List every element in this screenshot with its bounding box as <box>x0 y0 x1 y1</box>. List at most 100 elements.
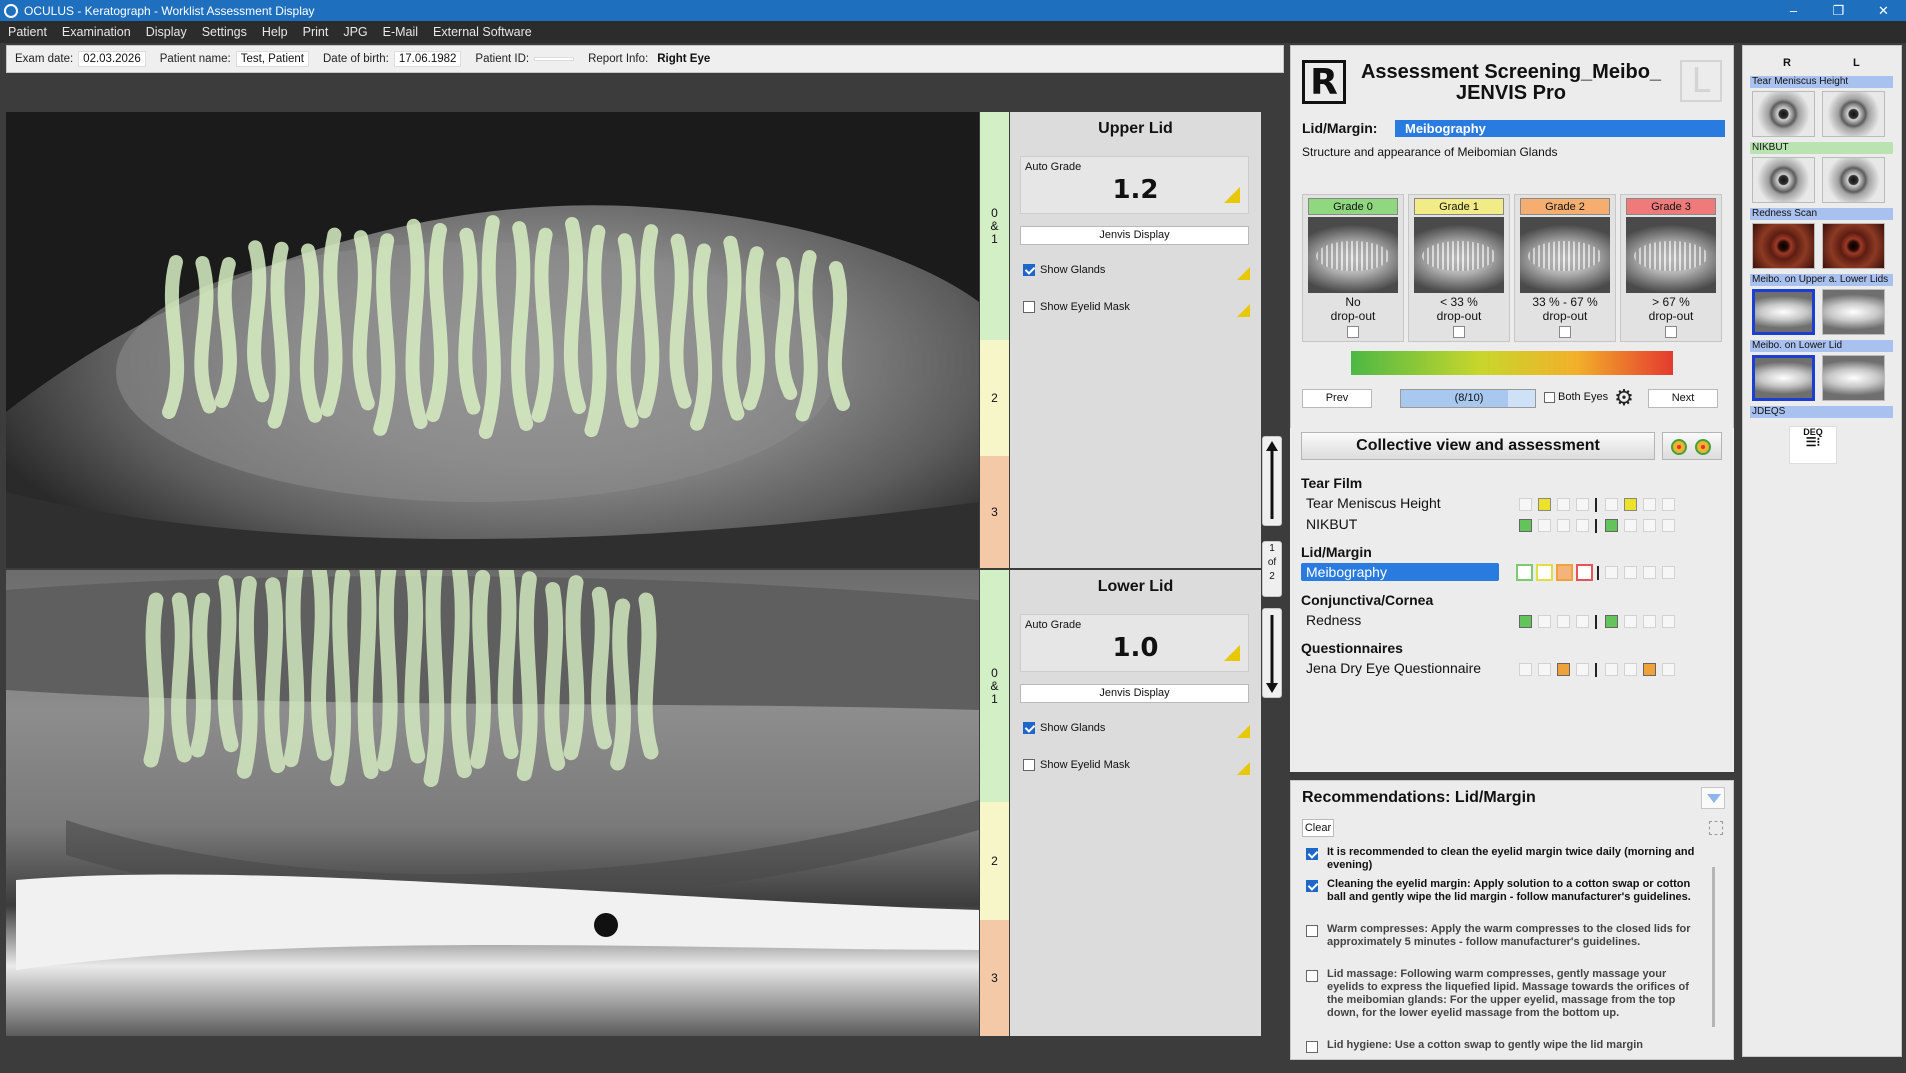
status-square[interactable] <box>1538 615 1551 628</box>
upper-strip-grade-01[interactable]: 0 & 1 <box>980 112 1009 340</box>
close-button[interactable]: ✕ <box>1861 0 1906 21</box>
lower-show-glands[interactable]: Show Glands <box>1023 722 1105 734</box>
status-square[interactable] <box>1624 566 1637 579</box>
next-button[interactable]: Next <box>1648 389 1718 408</box>
clear-button[interactable]: Clear <box>1302 819 1334 837</box>
recommendation-item[interactable]: Lid massage: Following warm compresses, … <box>1306 968 1706 1020</box>
item-meibography[interactable]: Meibography <box>1301 563 1499 581</box>
status-square[interactable] <box>1576 564 1593 581</box>
recommendation-item[interactable]: Lid hygiene: Use a cotton swap to gently… <box>1306 1039 1706 1053</box>
upper-lid-image[interactable] <box>6 112 979 568</box>
minimize-button[interactable]: – <box>1771 0 1816 21</box>
lower-strip-grade-3[interactable]: 3 <box>980 920 1009 1036</box>
right-eye-badge[interactable]: R <box>1302 60 1346 104</box>
status-square[interactable] <box>1605 498 1618 511</box>
status-square[interactable] <box>1536 564 1553 581</box>
status-square[interactable] <box>1605 566 1618 579</box>
upper-strip-grade-2[interactable]: 2 <box>980 340 1009 456</box>
status-square[interactable] <box>1643 519 1656 532</box>
both-eyes-checkbox[interactable] <box>1544 391 1555 403</box>
both-eyes-option[interactable]: Both Eyes <box>1544 391 1608 403</box>
status-square[interactable] <box>1643 566 1656 579</box>
menu-jpg[interactable]: JPG <box>343 25 367 39</box>
item-jena-dry-eye-questionnaire[interactable]: Jena Dry Eye Questionnaire <box>1306 660 1481 676</box>
status-square[interactable] <box>1643 615 1656 628</box>
prev-button[interactable]: Prev <box>1302 389 1372 408</box>
recommendation-item[interactable]: Cleaning the eyelid margin: Apply soluti… <box>1306 878 1706 904</box>
item-redness[interactable]: Redness <box>1306 612 1361 628</box>
status-square[interactable] <box>1556 564 1573 581</box>
recommendations-dropdown-button[interactable] <box>1701 787 1725 809</box>
menu-settings[interactable]: Settings <box>202 25 247 39</box>
grade-2-checkbox[interactable] <box>1559 326 1571 338</box>
status-square[interactable] <box>1662 615 1675 628</box>
item-nikbut[interactable]: NIKBUT <box>1306 516 1357 532</box>
status-square[interactable] <box>1519 615 1532 628</box>
status-square[interactable] <box>1516 564 1533 581</box>
maximize-button[interactable]: ❐ <box>1816 0 1861 21</box>
grade-color-scale[interactable] <box>1351 351 1673 375</box>
status-square[interactable] <box>1662 663 1675 676</box>
status-square[interactable] <box>1605 615 1618 628</box>
status-square[interactable] <box>1557 498 1570 511</box>
thumb-image-l[interactable] <box>1822 157 1885 203</box>
item-tear-meniscus-height[interactable]: Tear Meniscus Height <box>1306 495 1441 511</box>
menu-email[interactable]: E-Mail <box>383 25 418 39</box>
grade-card-0[interactable]: Grade 0 No drop-out <box>1302 194 1404 342</box>
lower-strip-grade-2[interactable]: 2 <box>980 802 1009 920</box>
collective-view-title-button[interactable]: Collective view and assessment <box>1301 432 1655 460</box>
thumb-image-l[interactable] <box>1822 91 1885 137</box>
status-square[interactable] <box>1662 519 1675 532</box>
status-square[interactable] <box>1662 566 1675 579</box>
lower-show-eyelid-mask-checkbox[interactable] <box>1023 759 1035 771</box>
status-square[interactable] <box>1662 498 1675 511</box>
collective-view-icons-button[interactable] <box>1662 432 1722 460</box>
status-square[interactable] <box>1557 519 1570 532</box>
status-square[interactable] <box>1557 663 1570 676</box>
status-square[interactable] <box>1624 498 1637 511</box>
menu-examination[interactable]: Examination <box>62 25 131 39</box>
thumb-image-l[interactable] <box>1822 355 1885 401</box>
thumb-image-l[interactable] <box>1822 289 1885 335</box>
recommendation-checkbox[interactable] <box>1306 970 1318 982</box>
grade-3-checkbox[interactable] <box>1665 326 1677 338</box>
status-square[interactable] <box>1576 663 1589 676</box>
recommendation-checkbox[interactable] <box>1306 1041 1318 1053</box>
upper-show-glands[interactable]: Show Glands <box>1023 264 1105 276</box>
menu-display[interactable]: Display <box>146 25 187 39</box>
recommendation-checkbox[interactable] <box>1306 848 1318 860</box>
menu-external-software[interactable]: External Software <box>433 25 532 39</box>
status-square[interactable] <box>1576 498 1589 511</box>
upper-jenvis-display-button[interactable]: Jenvis Display <box>1020 226 1249 245</box>
status-square[interactable] <box>1557 615 1570 628</box>
status-square[interactable] <box>1643 498 1656 511</box>
upper-strip-grade-3[interactable]: 3 <box>980 456 1009 568</box>
status-square[interactable] <box>1538 663 1551 676</box>
category-value[interactable]: Meibography <box>1395 120 1725 137</box>
status-square[interactable] <box>1519 519 1532 532</box>
left-eye-badge[interactable]: L <box>1680 60 1722 102</box>
recommendation-checkbox[interactable] <box>1306 925 1318 937</box>
recommendation-item[interactable]: Warm compresses: Apply the warm compress… <box>1306 923 1706 949</box>
grade-0-checkbox[interactable] <box>1347 326 1359 338</box>
status-square[interactable] <box>1538 519 1551 532</box>
thumb-image-l[interactable] <box>1822 223 1885 269</box>
status-square[interactable] <box>1624 519 1637 532</box>
status-square[interactable] <box>1624 663 1637 676</box>
status-square[interactable] <box>1643 663 1656 676</box>
expand-icon[interactable] <box>1709 821 1723 835</box>
thumb-image-r[interactable] <box>1752 289 1815 335</box>
upper-show-eyelid-mask[interactable]: Show Eyelid Mask <box>1023 301 1130 313</box>
lower-show-glands-checkbox[interactable] <box>1023 722 1035 734</box>
upper-show-glands-checkbox[interactable] <box>1023 264 1035 276</box>
grade-card-2[interactable]: Grade 2 33 % - 67 % drop-out <box>1514 194 1616 342</box>
thumb-image-r[interactable] <box>1752 157 1815 203</box>
gear-icon[interactable]: ⚙ <box>1613 387 1635 409</box>
grade-1-checkbox[interactable] <box>1453 326 1465 338</box>
recommendation-item[interactable]: It is recommended to clean the eyelid ma… <box>1306 846 1706 872</box>
lower-strip-grade-01[interactable]: 0 & 1 <box>980 570 1009 802</box>
status-square[interactable] <box>1519 498 1532 511</box>
status-square[interactable] <box>1576 519 1589 532</box>
lower-lid-image[interactable] <box>6 570 979 1036</box>
lower-show-eyelid-mask[interactable]: Show Eyelid Mask <box>1023 759 1130 771</box>
